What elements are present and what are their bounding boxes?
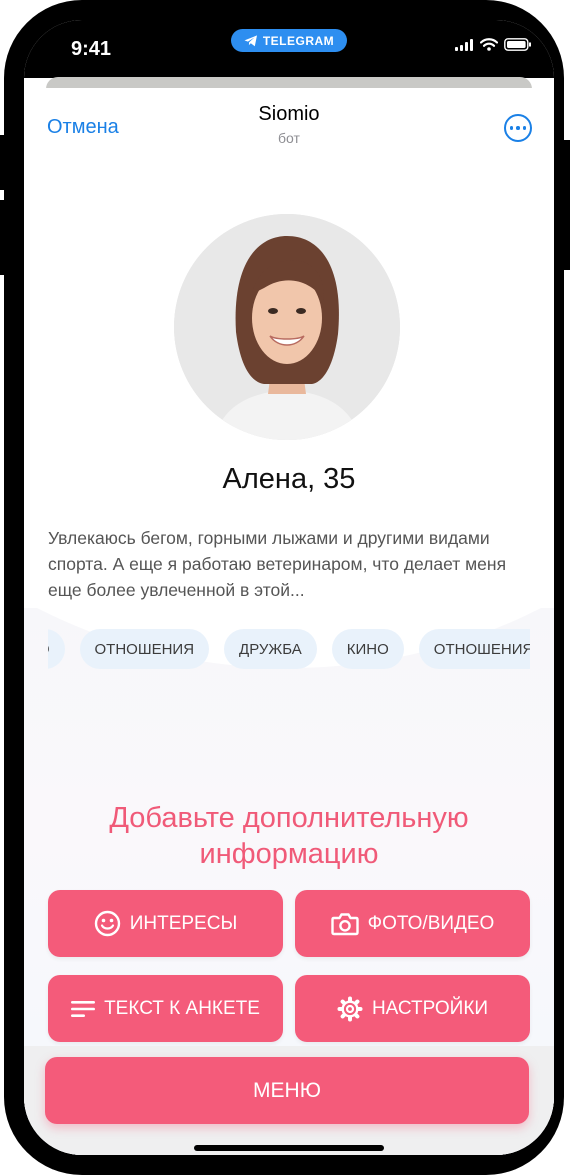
tag-chip[interactable]: ОТНОШЕНИЯ xyxy=(79,629,210,669)
status-time: 9:41 xyxy=(71,38,112,60)
screen: 9:41 TELEGRAM Отмена Siomio бот Алена, 3… xyxy=(24,20,554,1155)
settings-button[interactable]: НАСТРОЙКИ xyxy=(295,975,530,1042)
smile-icon xyxy=(94,910,120,937)
settings-label: НАСТРОЙКИ xyxy=(371,997,489,1019)
avatar-photo xyxy=(174,214,400,440)
tag-chip[interactable]: КИНО xyxy=(331,629,404,669)
phone-side-button xyxy=(0,135,4,190)
battery-icon xyxy=(504,38,531,51)
bot-title: Siomio xyxy=(258,103,320,125)
phone-side-button xyxy=(0,200,4,275)
avatar xyxy=(174,214,400,440)
photo-video-label: ФОТО/ВИДЕО xyxy=(367,912,495,934)
telegram-icon xyxy=(244,34,257,46)
interests-label: ИНТЕРЕСЫ xyxy=(129,912,238,934)
signal-icon xyxy=(455,38,473,51)
add-info-headline: Добавьте дополнительную информацию xyxy=(109,802,469,870)
home-indicator[interactable] xyxy=(194,1145,384,1151)
interest-tags: НО ОТНОШЕНИЯ ДРУЖБА КИНО ОТНОШЕНИЯ xyxy=(48,629,530,669)
status-bar: 9:41 TELEGRAM xyxy=(24,20,554,78)
tag-chip[interactable]: ОТНОШЕНИЯ xyxy=(418,629,530,669)
bot-sheet: Отмена Siomio бот Алена, 35 Увлекаюсь бе… xyxy=(24,88,554,1155)
phone-frame: 9:41 TELEGRAM Отмена Siomio бот Алена, 3… xyxy=(4,0,564,1175)
camera-icon xyxy=(330,912,359,935)
telegram-pill[interactable]: TELEGRAM xyxy=(231,29,347,52)
interests-button[interactable]: ИНТЕРЕСЫ xyxy=(48,890,283,957)
menu-button[interactable]: МЕНЮ xyxy=(45,1057,529,1124)
wifi-icon xyxy=(480,38,498,51)
status-icons xyxy=(455,38,532,51)
telegram-pill-label: TELEGRAM xyxy=(262,33,335,48)
text-lines-icon xyxy=(71,1000,96,1017)
photo-video-button[interactable]: ФОТО/ВИДЕО xyxy=(295,890,530,957)
profile-bio: Увлекаюсь бегом, горными лыжами и другим… xyxy=(48,528,507,600)
tag-chip[interactable]: ДРУЖБА xyxy=(224,629,317,669)
profile-text-button[interactable]: ТЕКСТ К АНКЕТЕ xyxy=(48,975,283,1042)
tag-chip[interactable]: НО xyxy=(48,629,65,669)
gear-icon xyxy=(337,996,363,1021)
phone-side-button xyxy=(564,140,570,270)
profile-name: Алена, 35 xyxy=(222,463,356,495)
more-options-icon[interactable] xyxy=(504,114,532,142)
profile-text-label: ТЕКСТ К АНКЕТЕ xyxy=(104,997,260,1019)
bot-subtitle: бот xyxy=(278,130,300,146)
